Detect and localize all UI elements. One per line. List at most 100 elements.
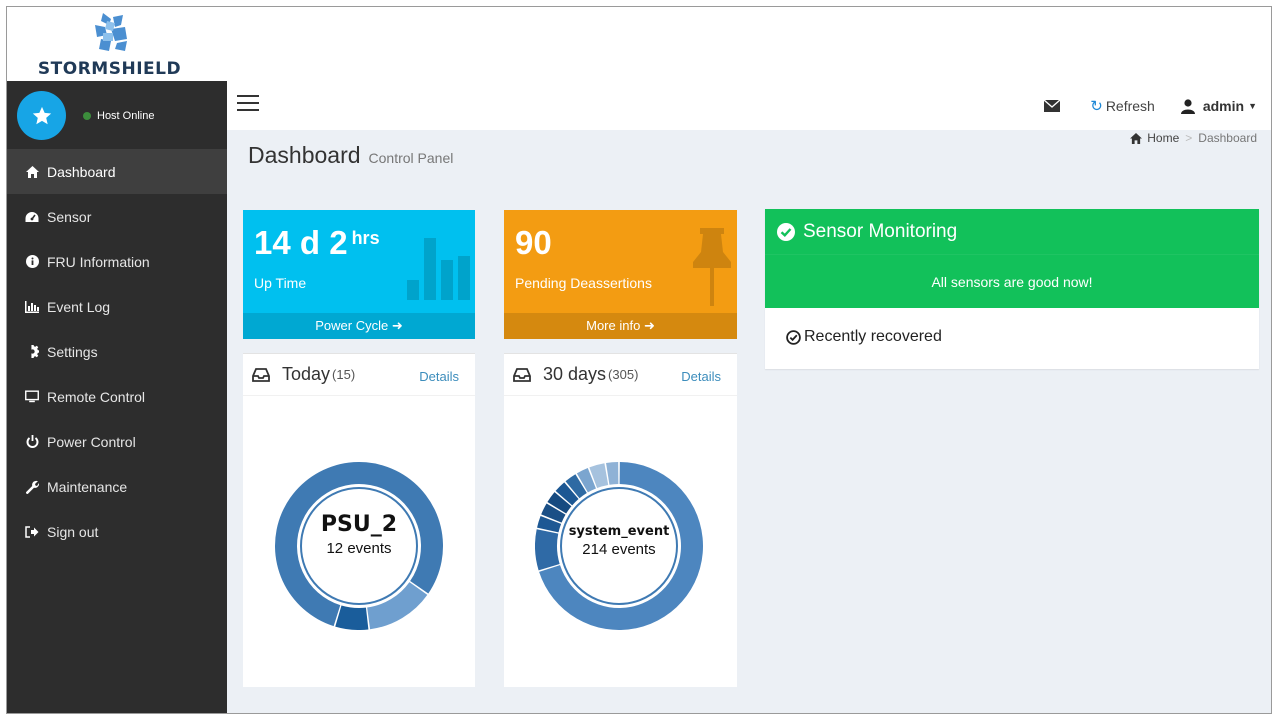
recently-recovered-label: Recently recovered: [804, 328, 942, 345]
sidebar-item-sensor[interactable]: Sensor: [7, 194, 227, 239]
sign-out-icon: [25, 525, 39, 539]
hamburger-line: [237, 95, 259, 97]
today-donut-center: PSU_2 12 events: [275, 512, 443, 557]
sidebar-item-label: Settings: [47, 343, 98, 360]
check-circle-outline-icon: [786, 329, 801, 345]
sidebar-item-remote-control[interactable]: Remote Control: [7, 374, 227, 419]
sidebar-item-maintenance[interactable]: Maintenance: [7, 464, 227, 509]
bar-chart-icon: [25, 300, 39, 314]
home-icon: [1130, 132, 1143, 144]
top-navbar: ↻ Refresh admin ▼: [227, 7, 1271, 130]
breadcrumb-current: Dashboard: [1198, 131, 1257, 145]
inbox-icon: [513, 367, 531, 382]
info-icon: [25, 255, 39, 269]
gear-icon: [25, 345, 39, 359]
breadcrumb-home-link[interactable]: Home: [1147, 131, 1179, 145]
host-status: Host Online: [83, 110, 154, 122]
sidebar-item-label: Sensor: [47, 208, 92, 225]
sidebar-item-sign-out[interactable]: Sign out: [7, 509, 227, 554]
sidebar-item-power-control[interactable]: Power Control: [7, 419, 227, 464]
sidebar-item-label: Power Control: [47, 433, 136, 450]
today-top-source: PSU_2: [320, 512, 398, 537]
today-events-panel: Today (15) Details PSU_2 12 events: [243, 353, 475, 687]
thirty-days-donut-center: system_event 214 events: [535, 524, 703, 558]
hamburger-line: [237, 109, 259, 111]
page-title: Dashboard Control Panel: [248, 142, 453, 169]
dashboard-gauge-icon: [25, 210, 39, 224]
power-icon: [25, 435, 39, 449]
app-window: STORMSHIELD ↻ Refresh admin ▼ Host Onlin…: [6, 6, 1272, 714]
stormshield-logo-icon: [95, 13, 127, 51]
panel-header: 30 days (305) Details: [504, 354, 737, 396]
sidebar-item-label: FRU Information: [47, 253, 150, 270]
wrench-icon: [25, 480, 39, 494]
uptime-unit: hrs: [351, 228, 380, 248]
host-status-label: Host Online: [97, 110, 155, 122]
uptime-value: 14 d 2 hrs: [254, 224, 380, 261]
donut-segment[interactable]: [335, 605, 369, 630]
brand-name: STORMSHIELD: [37, 59, 182, 79]
sidebar: Host Online Dashboard Sensor FRU Informa…: [7, 81, 227, 713]
pending-value: 90: [515, 224, 552, 261]
sensor-status-message: All sensors are good now!: [765, 254, 1259, 308]
today-details-link[interactable]: Details: [419, 369, 459, 384]
uptime-label: Up Time: [254, 275, 307, 291]
navbar-actions: ↻ Refresh admin ▼: [1044, 95, 1257, 117]
thirty-days-top-source: system_event: [568, 524, 670, 539]
user-name: admin: [1202, 98, 1245, 114]
user-panel: Host Online: [7, 81, 227, 149]
thirty-days-top-count: 214 events: [582, 541, 656, 558]
refresh-label: Refresh: [1105, 98, 1155, 114]
sidebar-item-dashboard[interactable]: Dashboard: [7, 149, 227, 194]
sidebar-menu: Dashboard Sensor FRU Information Event L…: [7, 149, 227, 554]
hamburger-line: [237, 102, 259, 104]
sidebar-item-label: Sign out: [47, 523, 99, 540]
sidebar-item-label: Remote Control: [47, 388, 146, 405]
thirty-days-details-link[interactable]: Details: [681, 369, 721, 384]
thirty-days-events-panel: 30 days (305) Details system_event 214 e…: [504, 353, 737, 687]
recently-recovered-toggle[interactable]: Recently recovered: [765, 308, 1259, 366]
home-icon: [25, 165, 39, 179]
panel-title: 30 days: [543, 364, 607, 384]
sidebar-item-label: Maintenance: [47, 478, 128, 495]
check-circle-icon: [777, 222, 795, 241]
sidebar-item-fru-information[interactable]: FRU Information: [7, 239, 227, 284]
pending-label: Pending Deassertions: [515, 275, 652, 291]
refresh-button[interactable]: ↻ Refresh: [1090, 97, 1155, 115]
sensor-monitoring-title: Sensor Monitoring: [803, 220, 958, 242]
power-cycle-link[interactable]: Power Cycle ➜: [243, 313, 475, 339]
arrow-circle-right-icon: ➜: [643, 318, 655, 333]
panel-header: Today (15) Details: [243, 354, 475, 396]
inbox-icon: [252, 367, 270, 382]
sidebar-item-settings[interactable]: Settings: [7, 329, 227, 374]
breadcrumb: Home > Dashboard: [1130, 131, 1257, 145]
donut-segment[interactable]: [606, 462, 619, 485]
page-title-text: Dashboard: [248, 142, 361, 168]
panel-title: Today: [282, 364, 331, 384]
sidebar-item-label: Dashboard: [47, 163, 116, 180]
sidebar-toggle-button[interactable]: [237, 95, 259, 113]
more-info-link[interactable]: More info ➜: [504, 313, 737, 339]
status-dot-icon: [83, 112, 91, 120]
brand-logo[interactable]: STORMSHIELD: [7, 7, 227, 81]
chevron-down-icon: ▼: [1248, 101, 1257, 111]
sidebar-item-event-log[interactable]: Event Log: [7, 284, 227, 329]
envelope-icon[interactable]: [1044, 100, 1061, 112]
sidebar-item-label: Event Log: [47, 298, 111, 315]
user-menu-button[interactable]: admin ▼: [1180, 98, 1257, 114]
star-icon: [32, 106, 51, 124]
panel-count: (15): [332, 367, 356, 382]
panel-count: (305): [608, 367, 639, 382]
avatar: [17, 91, 66, 140]
today-top-count: 12 events: [326, 540, 392, 557]
bar-chart-icon: [407, 238, 470, 300]
pushpin-icon: [693, 228, 731, 306]
refresh-icon: ↻: [1090, 98, 1103, 115]
pending-deassertions-box: 90 Pending Deassertions More info ➜: [504, 210, 737, 339]
sensor-monitoring-panel: Sensor Monitoring All sensors are good n…: [765, 209, 1259, 369]
uptime-box: 14 d 2 hrs Up Time Power Cycle ➜: [243, 210, 475, 339]
arrow-circle-right-icon: ➜: [391, 318, 403, 333]
sensor-monitoring-header: Sensor Monitoring: [765, 209, 1259, 254]
user-icon: [1180, 98, 1195, 114]
monitor-icon: [25, 390, 39, 404]
